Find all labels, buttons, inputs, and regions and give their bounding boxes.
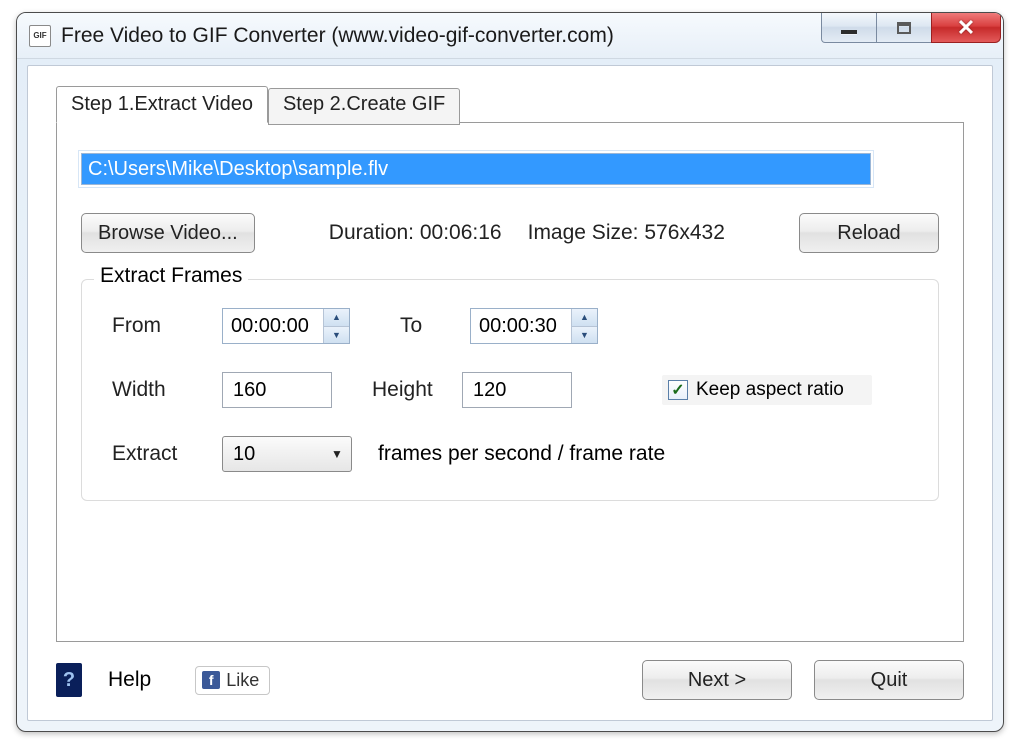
keep-aspect-ratio-checkbox[interactable]: ✓ Keep aspect ratio: [662, 375, 872, 405]
width-input[interactable]: [222, 372, 332, 408]
minimize-icon: [841, 30, 857, 34]
maximize-icon: [897, 22, 911, 34]
facebook-like-button[interactable]: f Like: [195, 666, 270, 695]
tab-step2[interactable]: Step 2.Create GIF: [268, 88, 460, 125]
maximize-button[interactable]: [876, 13, 932, 43]
window-controls: ✕: [822, 13, 1001, 43]
extract-frames-legend: Extract Frames: [94, 264, 248, 288]
reload-button[interactable]: Reload: [799, 213, 939, 253]
duration-display: Duration: 00:06:16: [329, 221, 502, 245]
from-time-spinner[interactable]: ▲ ▼: [222, 308, 350, 344]
titlebar: GIF Free Video to GIF Converter (www.vid…: [17, 13, 1003, 59]
facebook-icon: f: [202, 671, 220, 689]
keep-aspect-label: Keep aspect ratio: [696, 379, 844, 401]
chevron-down-icon: ▼: [323, 447, 351, 461]
fps-combobox[interactable]: 10 ▼: [222, 436, 352, 472]
tab-panel-step1: C:\Users\Mike\Desktop\sample.flv Browse …: [56, 122, 964, 642]
image-size-display: Image Size: 576x432: [528, 221, 725, 245]
file-path-input[interactable]: C:\Users\Mike\Desktop\sample.flv: [81, 153, 871, 185]
to-up-button[interactable]: ▲: [572, 309, 597, 327]
check-icon: ✓: [668, 380, 688, 400]
extract-label: Extract: [112, 442, 222, 466]
quit-button[interactable]: Quit: [814, 660, 964, 700]
app-icon: GIF: [29, 25, 51, 47]
from-label: From: [112, 314, 222, 338]
file-path-value: C:\Users\Mike\Desktop\sample.flv: [88, 158, 388, 181]
from-time-input[interactable]: [223, 309, 323, 343]
tab-step1[interactable]: Step 1.Extract Video: [56, 86, 268, 123]
app-window: GIF Free Video to GIF Converter (www.vid…: [16, 12, 1004, 732]
minimize-button[interactable]: [821, 13, 877, 43]
extract-frames-group: Extract Frames From ▲ ▼ To ▲: [81, 279, 939, 501]
to-label: To: [400, 314, 470, 338]
window-title: Free Video to GIF Converter (www.video-g…: [61, 24, 614, 48]
height-label: Height: [372, 378, 462, 402]
help-icon[interactable]: ?: [56, 663, 82, 697]
browse-video-button[interactable]: Browse Video...: [81, 213, 255, 253]
close-icon: ✕: [957, 15, 975, 41]
from-up-button[interactable]: ▲: [324, 309, 349, 327]
to-down-button[interactable]: ▼: [572, 327, 597, 344]
width-label: Width: [112, 378, 222, 402]
fps-value: 10: [223, 443, 323, 466]
to-time-spinner[interactable]: ▲ ▼: [470, 308, 598, 344]
next-button[interactable]: Next >: [642, 660, 792, 700]
height-input[interactable]: [462, 372, 572, 408]
from-down-button[interactable]: ▼: [324, 327, 349, 344]
close-button[interactable]: ✕: [931, 13, 1001, 43]
like-label: Like: [226, 670, 259, 691]
help-link[interactable]: Help: [108, 668, 151, 692]
client-area: Step 1.Extract Video Step 2.Create GIF C…: [27, 65, 993, 721]
footer: ? Help f Like Next > Quit: [56, 660, 964, 700]
to-time-input[interactable]: [471, 309, 571, 343]
tabbar: Step 1.Extract Video Step 2.Create GIF: [56, 86, 460, 123]
fps-tail-label: frames per second / frame rate: [378, 442, 665, 466]
